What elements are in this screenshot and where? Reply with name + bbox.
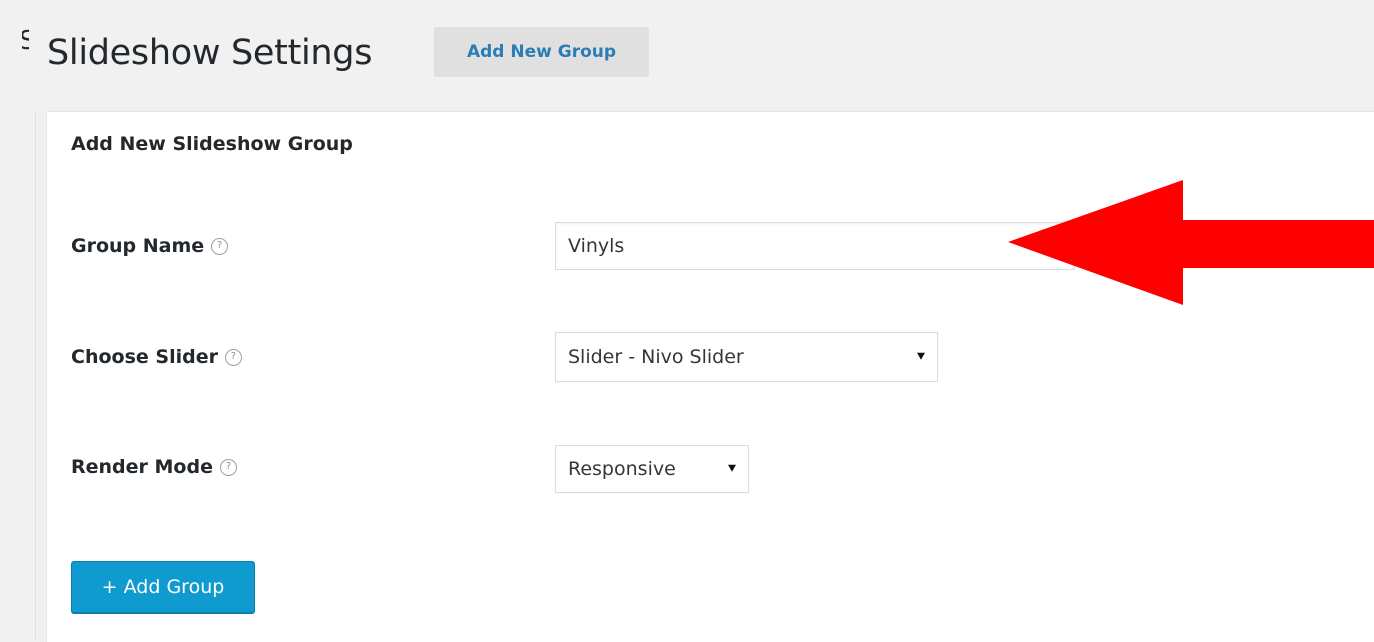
panel-divider: [35, 111, 36, 641]
render-mode-select[interactable]: Responsive: [555, 445, 749, 493]
choose-slider-label: Choose Slider ?: [71, 346, 242, 368]
panel-heading: Add New Slideshow Group: [71, 133, 353, 155]
choose-slider-label-text: Choose Slider: [71, 346, 218, 368]
chevron-down-icon: [728, 464, 736, 472]
add-new-group-button[interactable]: Add New Group: [434, 27, 649, 77]
red-arrow-annotation: [1008, 180, 1374, 305]
help-icon[interactable]: ?: [211, 237, 229, 255]
render-mode-label: Render Mode ?: [71, 456, 237, 478]
choose-slider-value: Slider - Nivo Slider: [568, 346, 744, 368]
chevron-down-icon: [917, 352, 925, 360]
render-mode-label-text: Render Mode: [71, 456, 213, 478]
truncated-title-fragment: S: [22, 28, 29, 54]
help-icon[interactable]: ?: [224, 348, 242, 366]
group-name-label-text: Group Name: [71, 235, 205, 257]
render-mode-value: Responsive: [568, 458, 676, 480]
arrow-shape: [1008, 180, 1374, 305]
group-name-input[interactable]: [555, 222, 1075, 270]
page-title: Slideshow Settings: [47, 33, 373, 73]
help-icon[interactable]: ?: [219, 458, 237, 476]
add-group-button[interactable]: + Add Group: [71, 561, 255, 613]
choose-slider-select[interactable]: Slider - Nivo Slider: [555, 332, 938, 382]
group-name-label: Group Name ?: [71, 235, 229, 257]
